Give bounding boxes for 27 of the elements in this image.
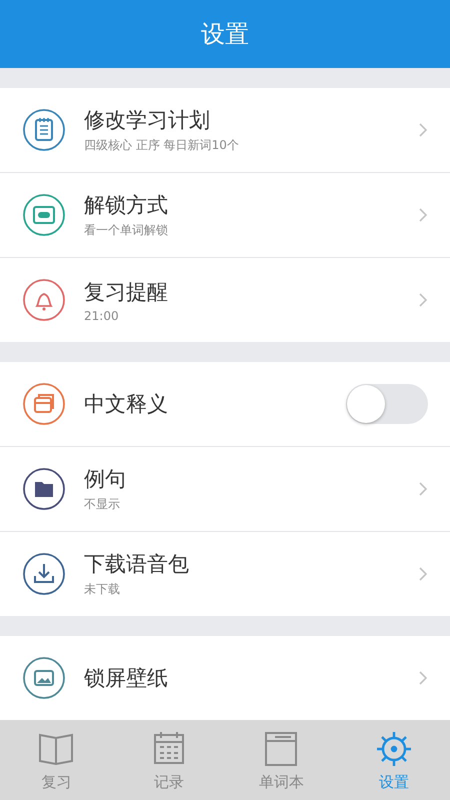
setting-value: 21:00 (84, 308, 120, 322)
setting-value: 四级核心 正序 每日新词10个 (84, 137, 240, 154)
settings-row[interactable]: 中文释义 (0, 362, 450, 446)
setting-value: 不显示 (84, 496, 121, 513)
page-title: 设置 (201, 19, 249, 50)
chevron-icon (418, 122, 428, 138)
chevron-icon (418, 566, 428, 582)
setting-title: 中文释义 (84, 391, 169, 418)
setting-title: 修改学习计划 (84, 107, 211, 134)
settings-row[interactable]: 复习提醒 21:00 (0, 258, 450, 342)
setting-title: 下载语音包 (84, 551, 190, 578)
setting-value: 未下载 (84, 581, 121, 598)
settings-row[interactable]: 解锁方式 看一个单词解锁 (0, 173, 450, 257)
settings-row[interactable]: 修改学习计划 四级核心 正序 每日新词10个 (0, 88, 450, 172)
setting-title: 复习提醒 (84, 278, 169, 306)
settings-row[interactable]: 例句 不显示 (0, 447, 450, 531)
chevron-icon (418, 207, 428, 223)
setting-title: 锁屏壁纸 (84, 665, 169, 692)
setting-value: 看一个单词解锁 (84, 222, 169, 239)
chevron-icon (418, 292, 428, 308)
chevron-icon (418, 481, 428, 497)
toggle-switch[interactable] (346, 384, 428, 424)
settings-row[interactable]: 下载语音包 未下载 (0, 532, 450, 616)
chevron-icon (418, 670, 428, 686)
settings-row[interactable]: 锁屏壁纸 (0, 636, 450, 720)
setting-title: 例句 (84, 466, 127, 493)
setting-title: 解锁方式 (84, 192, 169, 219)
